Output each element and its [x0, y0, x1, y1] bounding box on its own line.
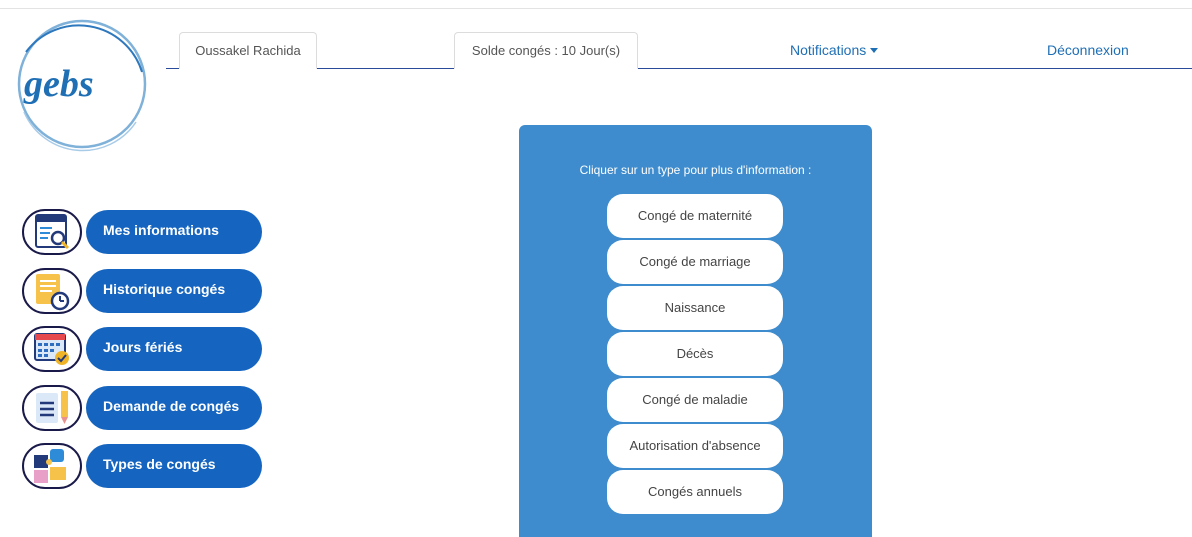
sidebar-item-label: Demande de congés [86, 386, 262, 430]
sidebar-item-mes-informations[interactable]: Mes informations [22, 209, 264, 255]
panel-hint: Cliquer sur un type pour plus d'informat… [579, 163, 812, 177]
sidebar-item-label: Historique congés [86, 269, 262, 313]
sidebar-item-label: Mes informations [86, 210, 262, 254]
leave-type-button[interactable]: Congé de maternité [607, 194, 783, 238]
sidebar-item-label: Jours fériés [86, 327, 262, 371]
sidebar-item-label: Types de congés [86, 444, 262, 488]
nav-underline [166, 68, 1192, 69]
puzzle-icon [22, 443, 82, 489]
notifications-label: Notifications [790, 42, 867, 58]
leave-type-button[interactable]: Congé de maladie [607, 378, 783, 422]
tab-user-name[interactable]: Oussakel Rachida [179, 32, 317, 69]
sidebar-item-jours-feries[interactable]: Jours fériés [22, 326, 264, 372]
leave-type-button[interactable]: Autorisation d'absence [607, 424, 783, 468]
sidebar-item-types-conges[interactable]: Types de congés [22, 443, 264, 489]
gebs-logo: gebs [6, 12, 151, 152]
caret-down-icon [870, 48, 879, 53]
leave-type-button[interactable]: Congés annuels [607, 470, 783, 514]
notifications-dropdown[interactable]: Notifications [790, 42, 879, 58]
top-divider [0, 8, 1192, 9]
sidebar-item-historique-conges[interactable]: Historique congés [22, 268, 264, 314]
document-search-icon [22, 209, 82, 255]
logout-link[interactable]: Déconnexion [1047, 42, 1129, 58]
leave-type-button[interactable]: Congé de marriage [607, 240, 783, 284]
leave-type-button[interactable]: Décès [607, 332, 783, 376]
tab-leave-balance[interactable]: Solde congés : 10 Jour(s) [454, 32, 638, 69]
clock-list-icon [22, 268, 82, 314]
leave-types-panel: Cliquer sur un type pour plus d'informat… [519, 125, 872, 537]
sidebar-item-demande-conges[interactable]: Demande de congés [22, 385, 264, 431]
leave-type-button[interactable]: Naissance [607, 286, 783, 330]
calendar-check-icon [22, 326, 82, 372]
document-pencil-icon [22, 385, 82, 431]
logo-text: gebs [24, 63, 94, 105]
